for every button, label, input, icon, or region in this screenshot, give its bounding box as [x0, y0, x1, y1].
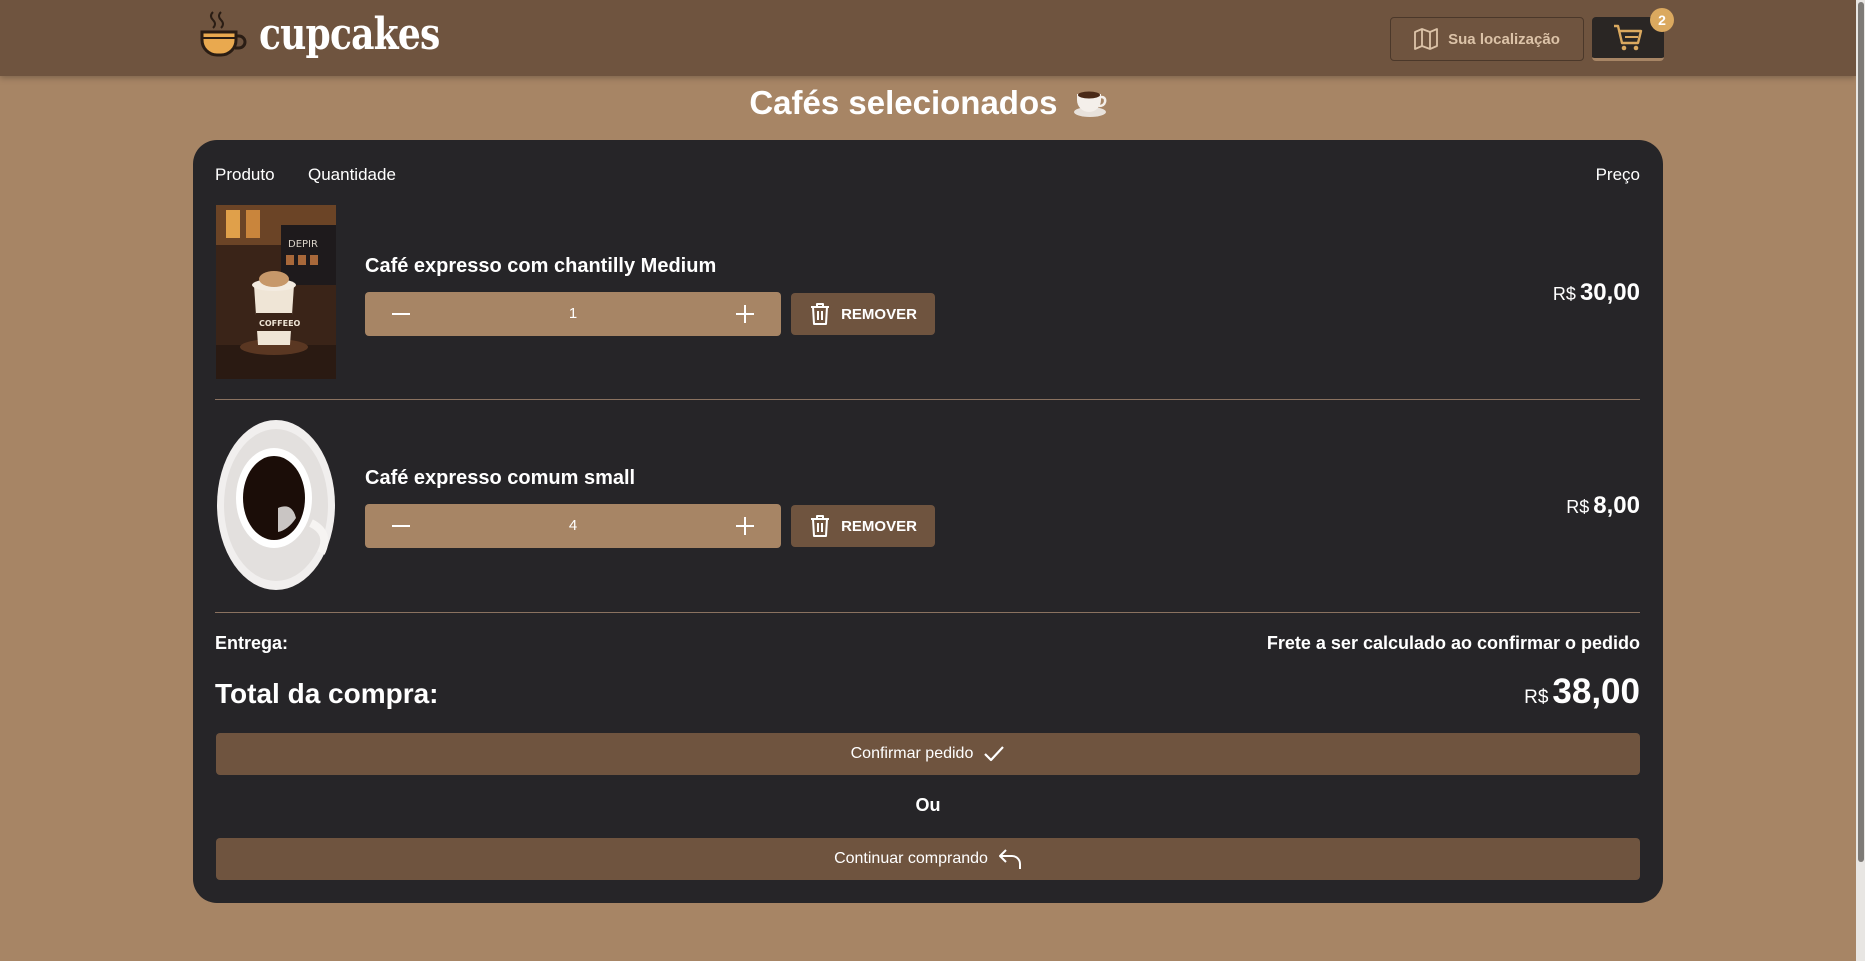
- logo[interactable]: cupcakes: [199, 8, 479, 60]
- quantity-stepper[interactable]: 4: [365, 504, 781, 548]
- cart-count-badge: 2: [1650, 8, 1674, 32]
- location-label: Sua localização: [1448, 30, 1560, 48]
- row-divider: [215, 612, 1640, 613]
- price-amount: 8,00: [1593, 492, 1640, 519]
- continue-label: Continuar comprando: [834, 850, 988, 867]
- item-name: Café expresso com chantilly Medium: [365, 255, 717, 277]
- column-header-product: Produto: [215, 165, 275, 184]
- plus-icon: [736, 305, 754, 323]
- delivery-label: Entrega:: [215, 633, 289, 653]
- plus-icon: [736, 517, 754, 535]
- quantity-stepper[interactable]: 1: [365, 292, 781, 336]
- decrease-quantity-button[interactable]: [379, 504, 423, 548]
- confirm-label: Confirmar pedido: [850, 745, 974, 762]
- currency-symbol: R$: [1566, 497, 1590, 517]
- svg-text:DEPIR: DEPIR: [288, 239, 318, 250]
- delivery-note: Frete a ser calculado ao confirmar o ped…: [1266, 633, 1640, 653]
- quantity-value[interactable]: 4: [425, 504, 721, 548]
- or-separator: Ou: [915, 795, 941, 815]
- minus-icon: [392, 313, 410, 315]
- remove-label: REMOVER: [841, 305, 917, 323]
- logo-text: cupcakes: [259, 8, 440, 60]
- total-currency: R$: [1524, 687, 1549, 708]
- total-label: Total da compra:: [215, 678, 439, 709]
- currency-symbol: R$: [1552, 284, 1576, 304]
- remove-item-button[interactable]: REMOVER: [791, 293, 935, 335]
- total-price: R$ 38,00: [1524, 672, 1640, 712]
- increase-quantity-button[interactable]: [723, 292, 767, 336]
- remove-label: REMOVER: [841, 517, 917, 535]
- item-price: R$ 8,00: [1566, 492, 1640, 520]
- column-header-quantity: Quantidade: [308, 165, 396, 184]
- scrollbar-thumb[interactable]: [1858, 2, 1864, 862]
- item-price: R$ 30,00: [1553, 279, 1640, 307]
- svg-text:COFFEEO: COFFEEO: [259, 319, 301, 328]
- minus-icon: [392, 525, 410, 527]
- column-header-price: Preço: [1595, 165, 1640, 184]
- page-title: Cafés selecionados: [0, 84, 1856, 122]
- product-image: [216, 418, 336, 592]
- cart-icon: [1614, 24, 1643, 50]
- product-image: DEPIR COFFEEO: [216, 205, 336, 379]
- location-button[interactable]: Sua localização: [1390, 17, 1584, 61]
- trash-icon: [811, 515, 830, 537]
- confirm-order-button[interactable]: Confirmar pedido: [216, 733, 1640, 775]
- top-header: cupcakes Sua localização 2: [0, 0, 1856, 76]
- page-title-text: Cafés selecionados: [749, 84, 1058, 121]
- increase-quantity-button[interactable]: [723, 504, 767, 548]
- remove-item-button[interactable]: REMOVER: [791, 505, 935, 547]
- item-name: Café expresso comum small: [365, 467, 636, 489]
- return-arrow-icon: [998, 849, 1021, 869]
- coffee-emoji-icon: [1073, 91, 1107, 117]
- map-icon: [1414, 28, 1439, 50]
- decrease-quantity-button[interactable]: [379, 292, 423, 336]
- coffee-cup-icon: [200, 11, 247, 57]
- total-amount: 38,00: [1552, 672, 1640, 711]
- quantity-value[interactable]: 1: [425, 292, 721, 336]
- price-amount: 30,00: [1579, 279, 1640, 306]
- continue-shopping-button[interactable]: Continuar comprando: [216, 838, 1640, 880]
- trash-icon: [811, 303, 830, 325]
- row-divider: [215, 399, 1640, 400]
- check-icon: [984, 746, 1005, 762]
